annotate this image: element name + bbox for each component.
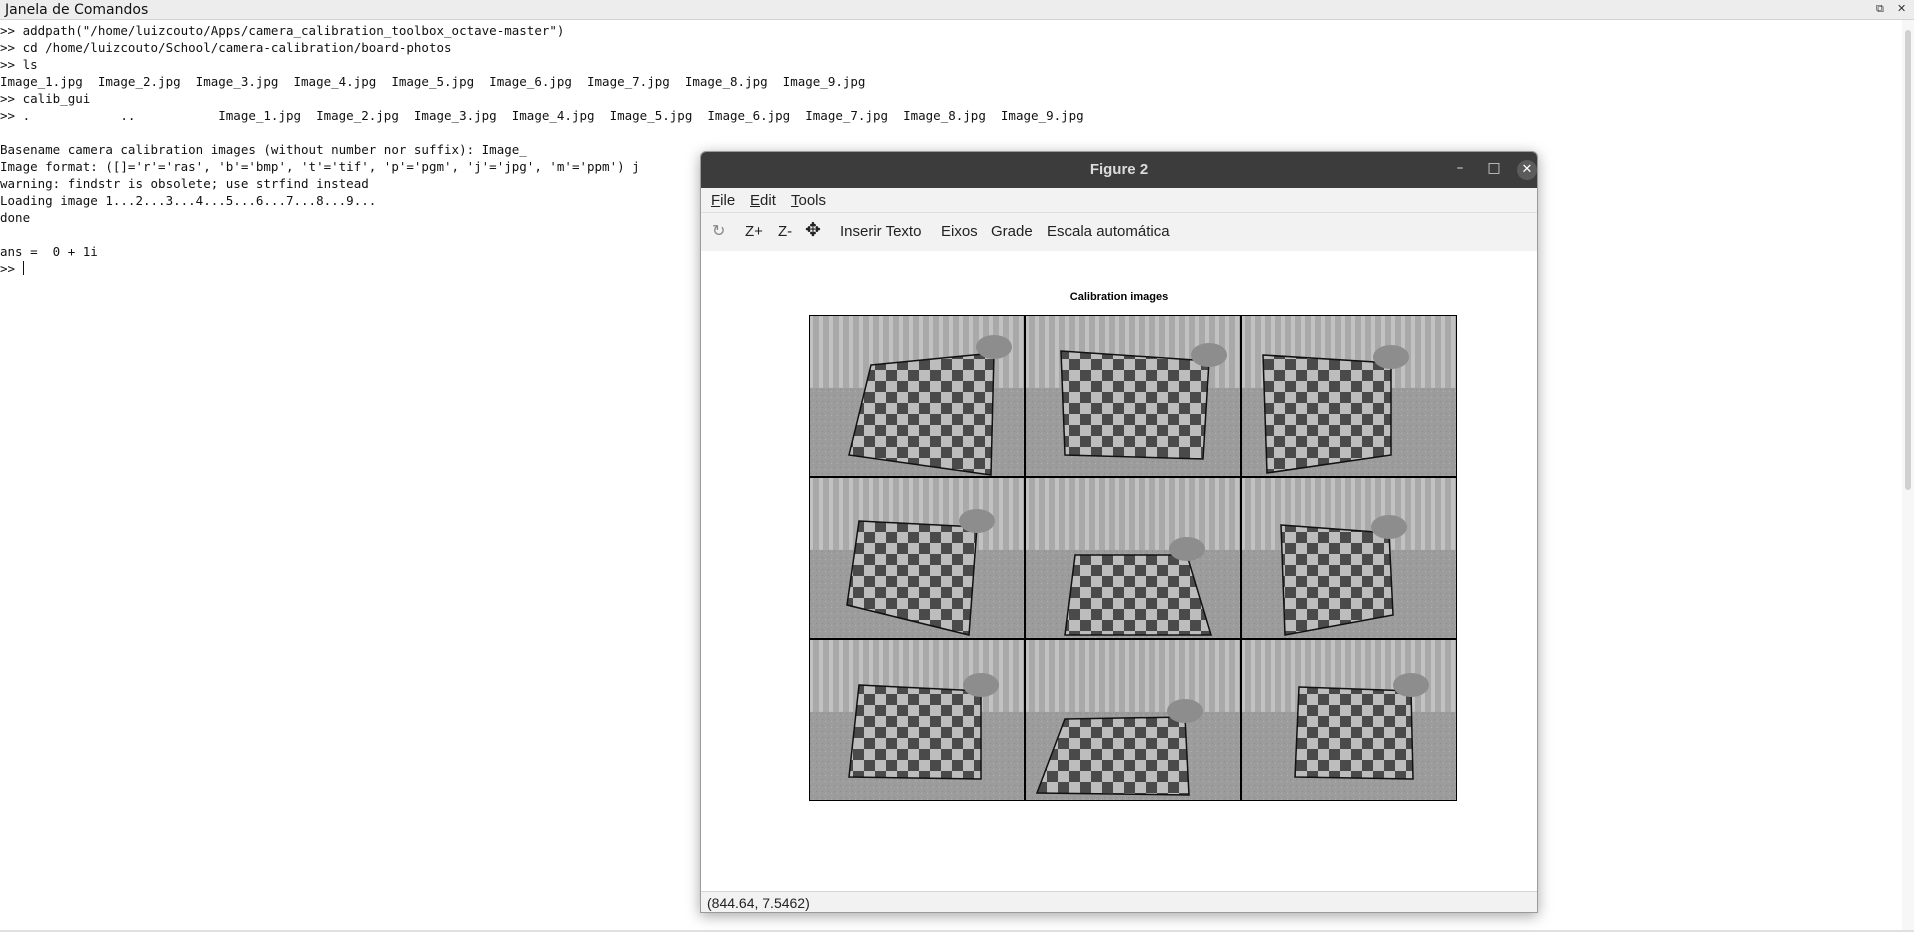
console-line: >> . .. Image_1.jpg Image_2.jpg Image_3.… (0, 108, 1084, 123)
axes-button[interactable]: Eixos (941, 223, 978, 240)
cursor-coordinates: (844.64, 7.5462) (707, 895, 810, 911)
console-scrollbar[interactable] (1902, 20, 1914, 932)
console-line: Image_1.jpg Image_2.jpg Image_3.jpg Imag… (0, 74, 866, 89)
menu-accelerator: E (750, 192, 761, 209)
calibration-image-montage (809, 315, 1457, 801)
scrollbar-thumb[interactable] (1905, 30, 1911, 490)
calibration-image-4 (809, 477, 1025, 639)
pan-icon[interactable]: ✥ (805, 219, 821, 242)
menu-tools[interactable]: Tools (791, 192, 826, 209)
menu-label: dit (760, 192, 776, 209)
command-window-header: Janela de Comandos ⧉ ✕ (0, 0, 1914, 20)
calibration-image-6 (1241, 477, 1457, 639)
axes-title: Calibration images (1069, 291, 1169, 303)
figure-statusbar: (844.64, 7.5462) (701, 891, 1537, 912)
command-window-title: Janela de Comandos (5, 2, 149, 18)
calibration-image-2 (1025, 315, 1241, 477)
console-line: >> calib_gui (0, 91, 91, 106)
text-caret (22, 261, 24, 275)
calibration-image-1 (809, 315, 1025, 477)
calibration-image-5 (1025, 477, 1241, 639)
insert-text-button[interactable]: Inserir Texto (840, 223, 921, 240)
calibration-image-8 (1025, 639, 1241, 801)
menu-edit[interactable]: Edit (750, 192, 776, 209)
figure-window: Figure 2 – □ ✕ File Edit Tools ↻ Z+ Z- ✥… (700, 151, 1538, 913)
calibration-image-3 (1241, 315, 1457, 477)
calibration-image-7 (809, 639, 1025, 801)
menu-file[interactable]: File (711, 192, 735, 209)
console-line: >> ls (0, 57, 38, 72)
maximize-icon[interactable]: □ (1484, 160, 1504, 176)
figure-toolbar: ↻ Z+ Z- ✥ Inserir Texto Eixos Grade Esca… (701, 212, 1537, 252)
minimize-icon[interactable]: – (1450, 160, 1470, 176)
console-line: >> addpath("/home/luizcouto/Apps/camera_… (0, 23, 565, 38)
menu-label: ools (798, 192, 827, 209)
grid-button[interactable]: Grade (991, 223, 1033, 240)
menu-accelerator: T (791, 192, 799, 209)
console-line: >> cd /home/luizcouto/School/camera-cali… (0, 40, 452, 55)
figure-title: Figure 2 (1089, 161, 1149, 178)
command-prompt: >> (0, 261, 23, 276)
autoscale-button[interactable]: Escala automática (1047, 223, 1170, 240)
close-icon[interactable]: ✕ (1897, 2, 1906, 15)
figure-canvas[interactable]: Calibration images (701, 251, 1537, 891)
figure-menubar: File Edit Tools (701, 188, 1537, 212)
close-button[interactable]: ✕ (1517, 160, 1537, 180)
menu-accelerator: F (711, 192, 721, 209)
undock-icon[interactable]: ⧉ (1876, 2, 1884, 16)
zoom-out-button[interactable]: Z- (778, 223, 792, 240)
figure-titlebar[interactable]: Figure 2 – □ ✕ (701, 152, 1537, 188)
calibration-image-9 (1241, 639, 1457, 801)
rotate-icon[interactable]: ↻ (712, 221, 725, 241)
menu-label: ile (720, 192, 736, 209)
zoom-in-button[interactable]: Z+ (745, 223, 763, 240)
